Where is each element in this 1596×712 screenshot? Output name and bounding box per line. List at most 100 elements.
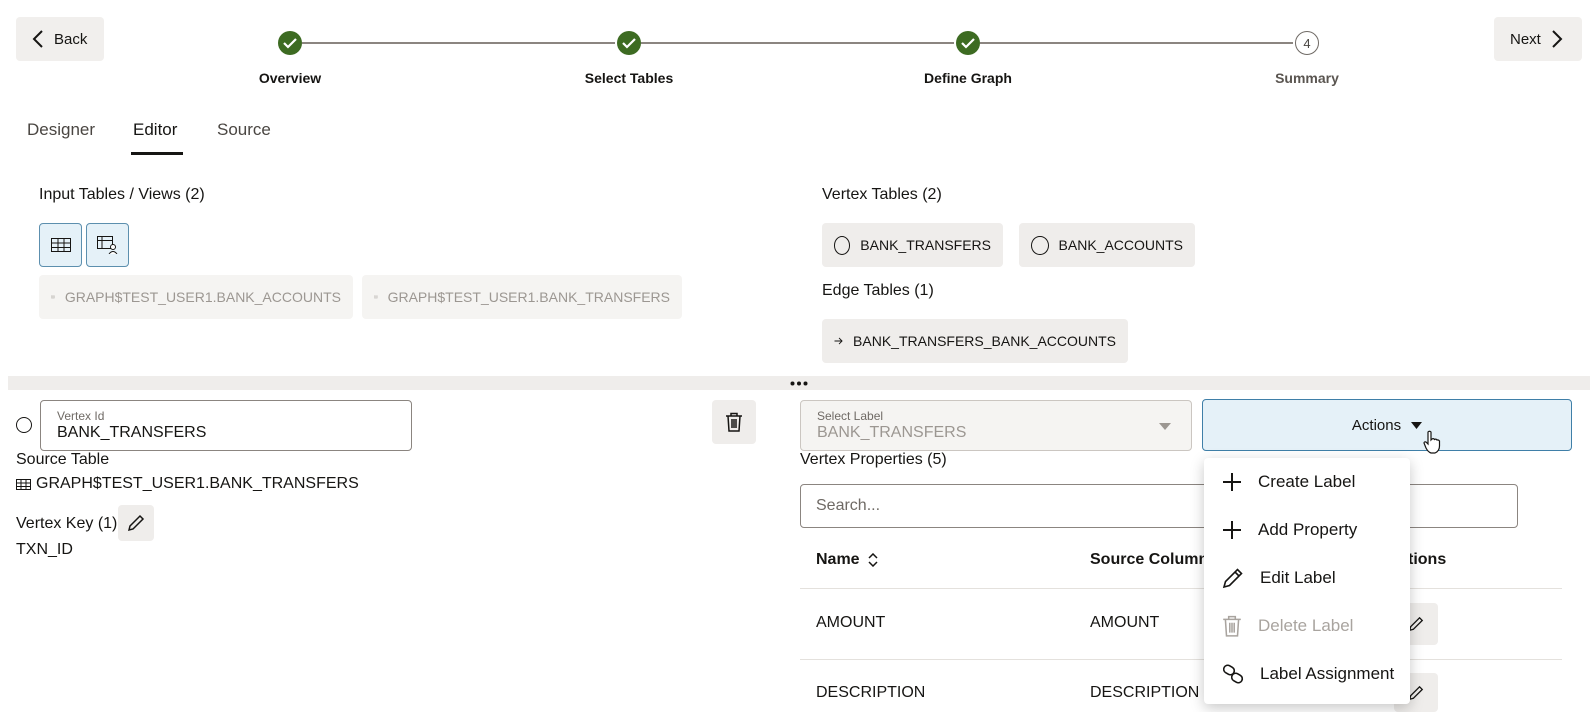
- actions-label: Actions: [1351, 416, 1402, 434]
- table-icon: [374, 295, 378, 299]
- edge-table-chip[interactable]: BANK_TRANSFERS_BANK_ACCOUNTS: [822, 319, 1128, 363]
- step-connector: [641, 42, 954, 44]
- sort-icon: [868, 553, 878, 567]
- vertex-key-value: TXN_ID: [16, 541, 73, 558]
- back-label: Back: [54, 30, 88, 48]
- vertex-table-name: BANK_TRANSFERS: [860, 237, 991, 253]
- delete-vertex-button[interactable]: [712, 400, 756, 444]
- input-table-name: GRAPH$TEST_USER1.BANK_TRANSFERS: [387, 289, 670, 305]
- column-header-name[interactable]: Name: [816, 551, 878, 569]
- pencil-icon: [127, 514, 145, 532]
- panel-splitter[interactable]: [8, 376, 1590, 390]
- vertex-circle-icon: [834, 235, 851, 255]
- vertex-table-name: BANK_ACCOUNTS: [1058, 237, 1183, 253]
- input-table-item: GRAPH$TEST_USER1.BANK_TRANSFERS: [362, 275, 682, 319]
- menu-item-label: Edit Label: [1260, 568, 1336, 587]
- more-horizontal-icon: [790, 381, 808, 386]
- pencil-icon: [1408, 616, 1424, 632]
- input-tables-title: Input Tables / Views (2): [39, 186, 205, 203]
- step-connector: [302, 42, 615, 44]
- step-connector: [980, 42, 1293, 44]
- chevron-left-icon: [32, 30, 44, 48]
- vertex-table-chip[interactable]: BANK_TRANSFERS: [822, 223, 1003, 267]
- step-overview-check: [278, 31, 302, 55]
- vertex-properties-title: Vertex Properties (5): [800, 451, 947, 468]
- property-name-cell: DESCRIPTION: [816, 684, 926, 701]
- step-label-define-graph[interactable]: Define Graph: [924, 70, 1012, 86]
- link-icon: [1222, 664, 1244, 684]
- table-icon: [16, 478, 31, 490]
- actions-button[interactable]: Actions: [1202, 399, 1572, 451]
- pencil-icon: [1222, 568, 1243, 589]
- column-header-actions: tions: [1408, 551, 1447, 568]
- vertex-tables-title: Vertex Tables (2): [822, 186, 942, 203]
- table-user-icon: [96, 236, 117, 254]
- property-source-cell: AMOUNT: [1090, 614, 1160, 631]
- menu-item-create-label[interactable]: Create Label: [1204, 458, 1410, 506]
- menu-item-label: Label Assignment: [1260, 664, 1395, 683]
- vertex-id-value: BANK_TRANSFERS: [57, 424, 207, 441]
- source-table-value-row: GRAPH$TEST_USER1.BANK_TRANSFERS: [16, 475, 359, 493]
- table-divider: [800, 588, 1562, 589]
- vertex-key-label: Vertex Key (1): [16, 515, 118, 532]
- select-label-dropdown[interactable]: Select Label BANK_TRANSFERS: [800, 400, 1192, 451]
- menu-item-label: Delete Label: [1258, 616, 1354, 635]
- menu-item-edit-label[interactable]: Edit Label: [1204, 554, 1410, 602]
- next-label: Next: [1510, 30, 1541, 48]
- trash-icon: [726, 412, 742, 432]
- edit-vertex-key-button[interactable]: [118, 505, 154, 541]
- edge-table-name: BANK_TRANSFERS_BANK_ACCOUNTS: [853, 333, 1116, 349]
- step-summary-number: 4: [1295, 31, 1319, 55]
- next-button[interactable]: Next: [1494, 17, 1582, 61]
- step-label-overview[interactable]: Overview: [259, 70, 321, 86]
- caret-down-icon: [1411, 421, 1423, 429]
- pencil-icon: [1408, 685, 1424, 700]
- trash-icon: [1223, 615, 1241, 637]
- vertex-circle-icon: [1031, 235, 1049, 255]
- edge-tables-title: Edge Tables (1): [822, 282, 934, 299]
- arrow-right-icon: [834, 337, 843, 345]
- plus-icon: [1223, 521, 1241, 539]
- table-divider: [800, 659, 1562, 660]
- step-define-graph-check: [956, 31, 980, 55]
- actions-menu: Create Label Add Property Edit Label Del…: [1204, 458, 1410, 704]
- step-select-tables-check: [617, 31, 641, 55]
- vertex-id-label: Vertex Id: [57, 409, 105, 423]
- menu-item-delete-label[interactable]: Delete Label: [1204, 602, 1410, 650]
- chevron-right-icon: [1551, 30, 1563, 48]
- source-table-label: Source Table: [16, 451, 110, 468]
- property-name-cell: AMOUNT: [816, 614, 886, 631]
- step-label-summary[interactable]: Summary: [1275, 70, 1339, 86]
- search-input[interactable]: [800, 484, 1518, 528]
- column-header-name-label: Name: [816, 551, 860, 568]
- radio-circle-icon: [16, 417, 32, 433]
- caret-down-icon: [1159, 423, 1171, 430]
- check-icon: [622, 38, 636, 49]
- menu-item-label: Add Property: [1258, 520, 1358, 539]
- plus-icon: [1223, 473, 1241, 491]
- column-header-source-column[interactable]: Source Column: [1090, 551, 1208, 569]
- menu-item-label: Create Label: [1258, 472, 1356, 491]
- tab-source[interactable]: Source: [217, 120, 271, 140]
- input-table-name: GRAPH$TEST_USER1.BANK_ACCOUNTS: [64, 289, 341, 305]
- back-button[interactable]: Back: [16, 17, 104, 61]
- menu-item-add-property[interactable]: Add Property: [1204, 506, 1410, 554]
- vertex-table-chip[interactable]: BANK_ACCOUNTS: [1019, 223, 1195, 267]
- property-source-cell: DESCRIPTION: [1090, 684, 1200, 701]
- table-icon: [51, 295, 55, 299]
- source-table-value: GRAPH$TEST_USER1.BANK_TRANSFERS: [36, 475, 359, 492]
- active-tab-indicator: [131, 152, 183, 155]
- hand-cursor-icon: [1423, 430, 1441, 454]
- vertex-id-field[interactable]: Vertex Id BANK_TRANSFERS: [40, 400, 412, 451]
- tab-editor[interactable]: Editor: [133, 120, 177, 140]
- table-icon: [50, 238, 71, 252]
- check-icon: [961, 38, 975, 49]
- input-table-item: GRAPH$TEST_USER1.BANK_ACCOUNTS: [39, 275, 353, 319]
- vertex-radio[interactable]: [16, 417, 32, 433]
- view-toggle[interactable]: [86, 223, 129, 267]
- menu-item-label-assignment[interactable]: Label Assignment: [1204, 650, 1410, 698]
- step-label-select-tables[interactable]: Select Tables: [585, 70, 673, 86]
- tab-designer[interactable]: Designer: [27, 120, 95, 140]
- table-view-toggle[interactable]: [39, 223, 82, 267]
- select-label-label: Select Label: [817, 409, 884, 423]
